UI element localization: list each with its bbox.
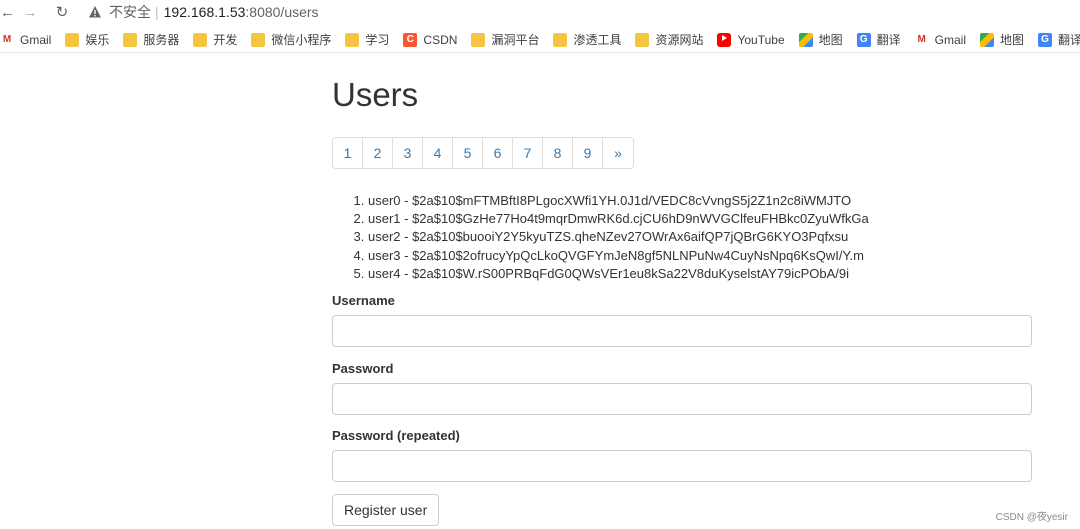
arrow-right-icon: →: [22, 3, 38, 21]
page-link-7[interactable]: 7: [513, 138, 543, 168]
folder-icon: [553, 32, 568, 47]
browser-toolbar: ← → ↻ 不安全 | 192.168.1.53 :8080/users: [0, 0, 1080, 24]
bookmark-label: 渗透工具: [573, 33, 622, 47]
bookmark-folder-vuln[interactable]: 漏洞平台: [471, 29, 539, 51]
bookmark-label: 服务器: [143, 33, 180, 47]
password-field[interactable]: [332, 383, 1032, 415]
bookmark-folder-study[interactable]: 学习: [345, 29, 389, 51]
folder-icon: [123, 32, 138, 47]
folder-icon: [193, 32, 208, 47]
bookmark-folder-yule[interactable]: 娱乐: [65, 29, 109, 51]
arrow-left-icon: ←: [0, 3, 15, 21]
folder-icon: [345, 32, 360, 47]
page-link-4[interactable]: 4: [423, 138, 453, 168]
bookmark-translate-2[interactable]: G 翻译: [1038, 29, 1080, 51]
bookmark-gmail-2[interactable]: M Gmail: [915, 29, 967, 51]
username-label: Username: [332, 293, 395, 308]
warning-icon: [89, 6, 101, 18]
translate-icon: G: [856, 32, 871, 47]
pagination: 1 2 3 4 5 6 7 8 9 »: [332, 137, 634, 169]
folder-icon: [251, 32, 266, 47]
maps-icon: [980, 32, 995, 47]
bookmark-folder-dev[interactable]: 开发: [193, 29, 237, 51]
bookmark-label: 漏洞平台: [491, 33, 540, 47]
back-button[interactable]: ←: [0, 0, 15, 24]
bookmark-folder-resources[interactable]: 资源网站: [635, 29, 703, 51]
csdn-icon: C: [403, 32, 418, 47]
password-group: Password: [332, 361, 1032, 415]
password-repeat-field[interactable]: [332, 450, 1032, 482]
page-link-6[interactable]: 6: [483, 138, 513, 168]
forward-button[interactable]: →: [18, 0, 42, 24]
folder-icon: [635, 32, 650, 47]
register-user-button[interactable]: Register user: [332, 494, 440, 526]
bookmark-label: 翻译: [876, 33, 901, 47]
watermark: CSDN @夜yesir: [995, 512, 1068, 523]
bookmark-label: YouTube: [737, 32, 785, 47]
page-link-9[interactable]: 9: [573, 138, 603, 168]
list-item: user2 - $2a$10$buooiY2Y5kyuTZS.qheNZev27…: [368, 228, 869, 246]
page-link-1[interactable]: 1: [333, 138, 363, 168]
bookmarks-bar: M Gmail 娱乐 服务器 开发 微信小程序 学习 C CSDN 漏洞平台 渗透工…: [0, 27, 1080, 53]
gmail-icon: M: [917, 34, 926, 45]
list-item: user4 - $2a$10$W.rS00PRBqFdG0QWsVEr1eu8k…: [368, 265, 869, 283]
bookmark-label: 翻译: [1058, 33, 1080, 47]
folder-icon: [471, 32, 486, 47]
bookmark-translate[interactable]: G 翻译: [856, 29, 901, 51]
maps-icon: [798, 32, 813, 47]
url-separator: |: [155, 4, 159, 20]
insecure-label: 不安全: [109, 4, 151, 20]
page-title: Users: [332, 76, 419, 113]
list-item: user3 - $2a$10$2ofrucyYpQcLkoQVGFYmJeN8g…: [368, 247, 869, 265]
bookmark-label: 开发: [213, 33, 238, 47]
page-link-2[interactable]: 2: [363, 138, 393, 168]
youtube-icon: [717, 32, 732, 47]
bookmark-label: 娱乐: [85, 33, 110, 47]
bookmark-label: CSDN: [423, 32, 458, 47]
bookmark-maps[interactable]: 地图: [798, 29, 843, 51]
password-repeat-label: Password (repeated): [332, 428, 460, 443]
bookmark-label: Gmail: [20, 32, 52, 47]
page-link-3[interactable]: 3: [393, 138, 423, 168]
password-label: Password: [332, 361, 394, 376]
bookmark-label: 学习: [365, 33, 390, 47]
page-link-8[interactable]: 8: [543, 138, 573, 168]
user-list: user0 - $2a$10$mFTMBftI8PLgocXWfi1YH.0J1…: [368, 192, 869, 283]
bookmark-label: 地图: [1000, 33, 1025, 47]
bookmark-label: 地图: [818, 33, 843, 47]
address-bar[interactable]: 不安全 | 192.168.1.53 :8080/users: [88, 1, 319, 23]
username-group: Username: [332, 293, 1032, 347]
bookmark-folder-pentest[interactable]: 渗透工具: [553, 29, 621, 51]
bookmark-maps-2[interactable]: 地图: [980, 29, 1024, 51]
folder-icon: [65, 32, 80, 47]
url-host: 192.168.1.53: [163, 4, 246, 20]
password-repeat-group: Password (repeated): [332, 428, 1032, 482]
next-page-link[interactable]: »: [603, 138, 633, 168]
url-path: :8080/users: [245, 4, 319, 20]
bookmark-label: Gmail: [934, 32, 967, 47]
page-link-5[interactable]: 5: [453, 138, 483, 168]
bookmark-folder-miniprogram[interactable]: 微信小程序: [251, 29, 331, 51]
bookmark-csdn[interactable]: C CSDN: [403, 29, 457, 51]
username-field[interactable]: [332, 315, 1032, 347]
translate-icon: G: [1038, 32, 1053, 47]
bookmark-label: 微信小程序: [271, 33, 332, 47]
bookmark-gmail[interactable]: M Gmail: [0, 29, 52, 51]
gmail-icon: M: [2, 34, 12, 45]
list-item: user0 - $2a$10$mFTMBftI8PLgocXWfi1YH.0J1…: [368, 192, 869, 210]
bookmark-folder-server[interactable]: 服务器: [123, 29, 179, 51]
reload-button[interactable]: ↻: [50, 0, 74, 24]
bookmark-youtube[interactable]: YouTube: [717, 29, 785, 51]
list-item: user1 - $2a$10$GzHe77Ho4t9mqrDmwRK6d.cjC…: [368, 210, 869, 228]
bookmark-label: 资源网站: [655, 33, 704, 47]
reload-icon: ↻: [55, 4, 69, 21]
